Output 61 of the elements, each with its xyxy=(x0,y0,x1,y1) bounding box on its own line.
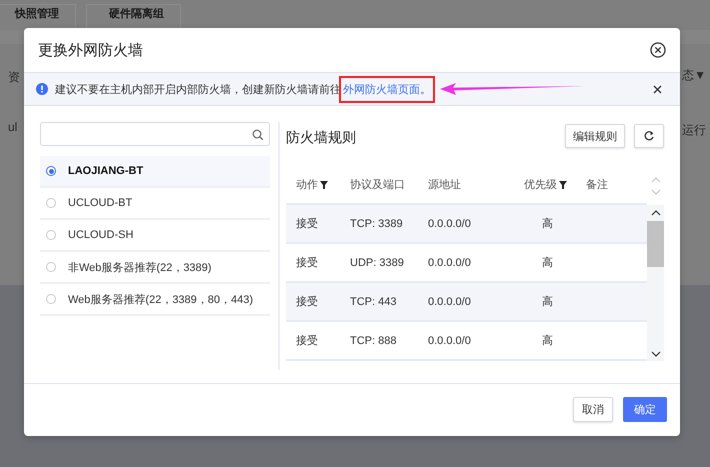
column-header: 优先级 xyxy=(524,178,557,192)
table-cell-text: 0.0.0.0/0 xyxy=(428,296,472,308)
dialog-title: 更换外网防火墙 xyxy=(38,40,143,60)
background-text: 运行 xyxy=(682,122,706,139)
firewall-page-link[interactable]: 外网防火墙页面 xyxy=(343,84,420,96)
template-name: Web服务器推荐(22，3389，80，443) xyxy=(68,292,254,306)
table-cell-text: 0.0.0.0/0 xyxy=(428,256,472,268)
refresh-icon xyxy=(643,130,655,142)
template-item[interactable]: UCLOUD-SH xyxy=(40,220,270,252)
edit-rules-button[interactable]: 编辑规则 xyxy=(565,124,625,148)
table-cell-text: TCP: 3389 xyxy=(350,218,404,230)
column-header: 动作 xyxy=(296,178,318,192)
table-cell-text: 高 xyxy=(541,334,554,348)
scroll-down-icon[interactable] xyxy=(650,351,660,357)
alert-text: 。 xyxy=(420,84,431,96)
scroll-down-icon xyxy=(650,188,660,194)
table-cell-text: 接受 xyxy=(296,294,319,309)
table-cell-text: 0.0.0.0/0 xyxy=(428,334,472,346)
confirm-button[interactable]: 确定 xyxy=(623,397,667,422)
column-header: 源地址 xyxy=(428,178,461,192)
template-item[interactable]: UCLOUD-BT xyxy=(40,188,270,220)
radio-button[interactable] xyxy=(46,230,56,240)
scroll-up-icon[interactable] xyxy=(650,210,660,216)
radio-button[interactable] xyxy=(46,262,56,272)
template-item[interactable]: 非Web服务器推荐(22，3389) xyxy=(40,252,270,284)
search-field[interactable] xyxy=(40,122,270,146)
info-icon xyxy=(36,83,48,95)
filter-icon[interactable] xyxy=(559,180,567,188)
table-cell-text: UDP: 3389 xyxy=(350,256,405,268)
template-name: LAOJIANG-BT xyxy=(68,165,144,177)
background-text: ul xyxy=(8,120,18,134)
close-icon xyxy=(653,85,662,94)
column-header: 备注 xyxy=(586,178,608,192)
search-icon xyxy=(252,128,263,140)
cancel-button[interactable]: 取消 xyxy=(573,397,613,422)
template-name: UCLOUD-BT xyxy=(68,197,132,209)
table-cell-text: TCP: 443 xyxy=(350,296,398,308)
column-header: 协议及端口 xyxy=(350,178,405,192)
table-cell-text: 0.0.0.0/0 xyxy=(428,218,472,230)
radio-button[interactable] xyxy=(46,294,56,304)
table-cell-text: 高 xyxy=(541,294,554,309)
radio-button[interactable] xyxy=(46,166,56,176)
radio-button[interactable] xyxy=(46,198,56,208)
scroll-up-icon xyxy=(650,176,660,182)
section-title: 防火墙规则 xyxy=(286,129,356,147)
table-cell-text: 接受 xyxy=(296,256,319,270)
filter-icon[interactable] xyxy=(320,180,328,188)
table-cell-text: 接受 xyxy=(296,334,319,348)
template-name: UCLOUD-SH xyxy=(68,229,134,241)
table-cell-text: 高 xyxy=(541,256,554,270)
background-text: 资 xyxy=(8,69,20,86)
template-name: 非Web服务器推荐(22，3389) xyxy=(68,260,212,274)
close-icon[interactable] xyxy=(650,42,666,58)
table-cell-text: TCP: 888 xyxy=(350,334,398,346)
refresh-button[interactable] xyxy=(634,124,664,148)
template-item[interactable]: LAOJIANG-BT xyxy=(40,156,270,188)
table-cell-text: 高 xyxy=(541,216,554,231)
template-item[interactable]: Web服务器推荐(22，3389，80，443) xyxy=(40,284,270,316)
background-text: 态▼ xyxy=(682,67,706,84)
table-cell-text: 接受 xyxy=(296,216,319,231)
scrollbar-thumb[interactable] xyxy=(647,221,664,267)
